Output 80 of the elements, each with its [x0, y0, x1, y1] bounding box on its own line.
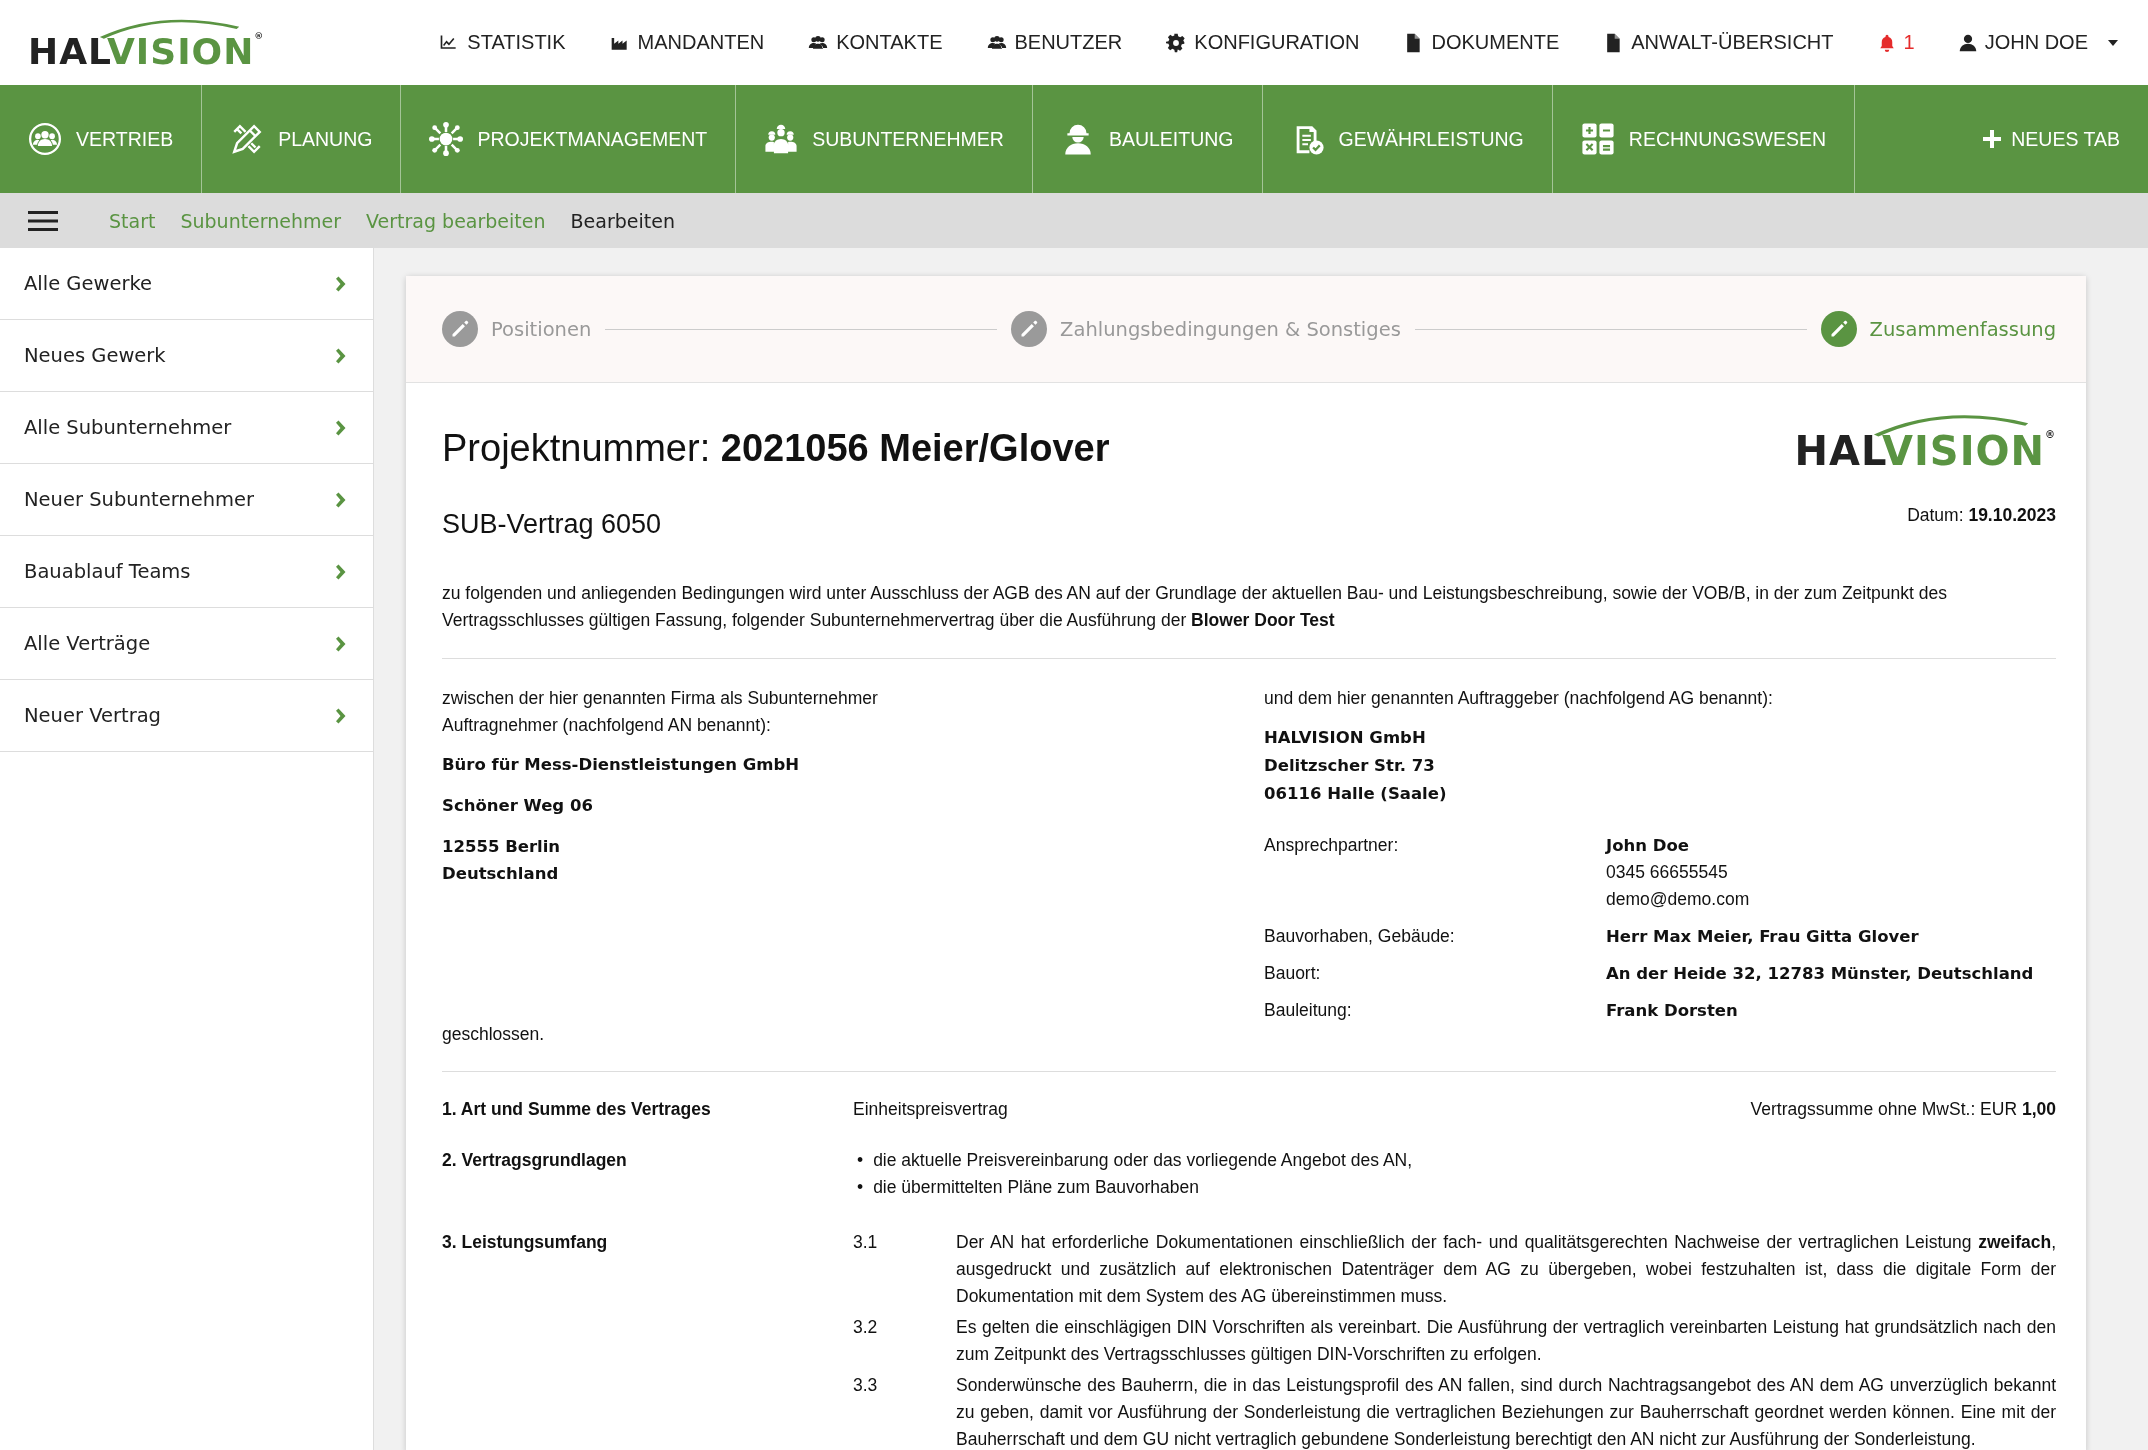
- nav-link[interactable]: STATISTIK: [439, 31, 566, 54]
- clause-number: 3.1: [853, 1231, 879, 1254]
- user-menu[interactable]: JOHN DOE: [1958, 31, 2118, 54]
- client-address-line: 06116 Halle (Saale): [1264, 783, 1448, 805]
- detail-value: Frank Dorsten: [1606, 1000, 1739, 1022]
- bullet: •: [857, 1176, 864, 1199]
- clause-number: 3.2: [853, 1316, 879, 1339]
- contractor-name: Büro für Mess-Dienstleistungen GmbH: [442, 754, 800, 776]
- menu-icon: [28, 209, 58, 232]
- contract-type: Einheitspreisvertrag: [853, 1098, 1008, 1121]
- detail-value: John Doe: [1606, 835, 1690, 857]
- notification-button[interactable]: 1: [1877, 31, 1915, 54]
- people-circle-icon: [28, 122, 62, 156]
- list-item: die aktuelle Preisvereinbarung oder das vorliegende Angebot des AN,: [873, 1149, 1413, 1172]
- section-title: 3. Leistungsumfang: [442, 1231, 609, 1254]
- chevron-right-icon: [335, 490, 347, 509]
- detail-label: Ansprechpartner:: [1264, 834, 1400, 857]
- contractor-street: Schöner Weg 06: [442, 795, 594, 817]
- client-address-line: Delitzscher Str. 73: [1264, 755, 1436, 777]
- bullet: •: [857, 1149, 864, 1172]
- nav-link[interactable]: DOKUMENTE: [1403, 31, 1560, 54]
- client-intro: und dem hier genannten Auftraggeber (nachfolgend AG benannt):: [1264, 687, 1774, 710]
- detail-label: Bauleitung:: [1264, 999, 1353, 1022]
- chevron-right-icon: [335, 562, 347, 581]
- contract-subtitle: SUB-Vertrag 6050: [442, 509, 662, 540]
- nav-link[interactable]: BENUTZER: [986, 31, 1123, 54]
- chevron-right-icon: [335, 418, 347, 437]
- nav-link[interactable]: MANDANTEN: [609, 31, 765, 54]
- chevron-right-icon: [335, 634, 347, 653]
- sidebar-item[interactable]: Bauablauf Teams: [0, 536, 373, 608]
- plus-icon: [1983, 130, 2002, 148]
- new-tab-button[interactable]: NEUES TAB: [1955, 85, 2148, 193]
- clause-text: Es gelten die einschlägigen DIN Vorschriften als vereinbart. Die Ausführung der vertraglich vereinbarten Leistung hat grundsätzlich nach den zum Zeitpunkt des Vertragsschlusses gültigen DIN-Vorschriften zu erfolgen.: [956, 1316, 2056, 1366]
- nav-link[interactable]: KONFIGURATION: [1166, 31, 1360, 54]
- detail-value: demo@demo.com: [1606, 888, 1751, 911]
- closing-text: geschlossen.: [442, 1024, 546, 1045]
- sidebar-item[interactable]: Alle Verträge: [0, 608, 373, 680]
- network-icon: [429, 122, 464, 156]
- sidebar-item[interactable]: Alle Subunternehmer: [0, 392, 373, 464]
- contractor-city: 12555 Berlin: [442, 836, 562, 858]
- logo: HALVISION$^{®}$: [1794, 409, 2056, 473]
- pencil-icon: [1820, 311, 1857, 347]
- list-item: die übermittelten Pläne zum Bauvorhaben: [873, 1176, 1200, 1199]
- contractor-intro: zwischen der hier genannten Firma als Subunternehmer Auftragnehmer (nachfolgend AN benannt):: [442, 687, 879, 737]
- chevron-right-icon: [335, 346, 347, 365]
- nav-link[interactable]: ANWALT-ÜBERSICHT: [1603, 31, 1834, 54]
- detail-label: Bauort:: [1264, 962, 1322, 985]
- detail-value: 0345 66655545: [1606, 861, 1729, 884]
- section-title: 2. Vertragsgrundlagen: [442, 1149, 628, 1172]
- chevron-right-icon: [335, 274, 347, 293]
- user-icon: [1958, 32, 1977, 53]
- date-text: Datum: 19.10.2023: [1907, 505, 2056, 526]
- workers-icon: [764, 122, 799, 156]
- pencil-icon: [1011, 311, 1048, 347]
- sidebar-item[interactable]: Neuer Vertrag: [0, 680, 373, 752]
- nav-link[interactable]: KONTAKTE: [808, 31, 943, 54]
- settings-icon: [1166, 32, 1187, 53]
- calculator-icon: [1580, 122, 1615, 156]
- client-address-line: HALVISION GmbH: [1264, 727, 1427, 749]
- sidebar-item[interactable]: Neues Gewerk: [0, 320, 373, 392]
- clause-text: Sonderwünsche des Bauherrn, die in das Leistungsprofil des AN fallen, sind durch Nachtragsangebot des AN dem AG unverzüglich bekannt zu geben, damit vor Ausführung der Sonderleistung die vertraglichen Beziehungen zur Bauherrschaft geordnet werden können. Eine mit der Bauherrschaft und dem GU nicht vertraglich gebundene Sonderleistung berechtigt den AN nicht zur Ausführung der Sonderleistung.: [956, 1374, 2056, 1450]
- sidebar-item[interactable]: Neuer Subunternehmer: [0, 464, 373, 536]
- detail-label: Bauvorhaben, Gebäude:: [1264, 925, 1456, 948]
- contractor-country: Deutschland: [442, 863, 560, 885]
- detail-value: Herr Max Meier, Frau Gitta Glover: [1606, 926, 1920, 948]
- clause-number: 3.3: [853, 1374, 879, 1397]
- menu-button[interactable]: [28, 209, 58, 232]
- section-title: 1. Art und Summe des Vertrages: [442, 1098, 712, 1121]
- detail-value: An der Heide 32, 12783 Münster, Deutschland: [1606, 963, 2035, 985]
- caret-icon: [2108, 39, 2118, 46]
- chevron-right-icon: [335, 706, 347, 725]
- contract-sum: Vertragssumme ohne MwSt.: EUR 1,00: [1750, 1098, 2056, 1121]
- clause-text: Der AN hat erforderliche Dokumentationen einschließlich der fach- und qualitätsgerechten Nachweise der vertraglichen Leistung zweifach, ausgedruckt und zusätzlich auf elektronischen Datenträger dem AG zu übergeben, wobei festzuhalten ist, dass die digitale Form der Dokumentation mit dem System des AG übereinstimmen muss.: [956, 1231, 2056, 1308]
- intro-text: zu folgenden und anliegenden Bedingungen wird unter Ausschluss der AGB des AN auf der Grundlage der aktuellen Bau- und Leistungsbeschreibung, sowie der VOB/B, in der zum Zeitpunkt des Vertragsschlusses gültigen Fassung, folgender Subunternehmervertrag über die Ausführung der Blower Door Test: [442, 582, 1948, 632]
- sidebar-item[interactable]: Alle Gewerke: [0, 248, 373, 320]
- step-link[interactable]: Zusammenfassung: [1820, 311, 2056, 347]
- document-title: Projektnummer: 2021056 Meier/Glover: [442, 427, 1110, 470]
- breadcrumb-link[interactable]: Bearbeiten: [570, 209, 675, 232]
- pencil-icon: [442, 311, 478, 347]
- logo: HALVISION$^{®}$: [28, 13, 265, 72]
